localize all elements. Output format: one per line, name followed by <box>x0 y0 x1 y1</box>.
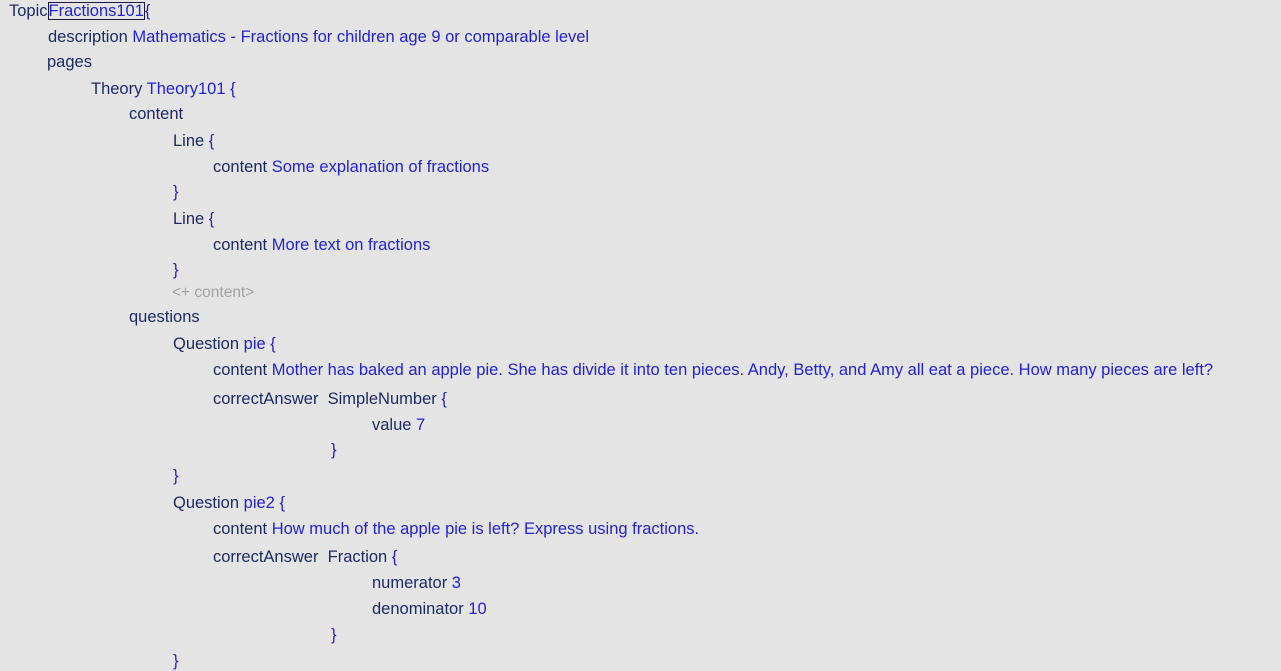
answer-close-brace-row: } <box>331 624 337 646</box>
answer-open-brace: { <box>441 390 447 408</box>
theory-keyword: Theory <box>91 80 143 98</box>
line-content-row: content More text on fractions <box>213 234 430 256</box>
line-block-header: Line { <box>173 130 214 152</box>
question-close-brace-row: } <box>173 465 179 487</box>
question-header: Question pie2 { <box>173 492 285 514</box>
topic-name-cell-selected[interactable]: Fractions101 <box>47 2 145 20</box>
line-close-brace-row: } <box>173 259 179 281</box>
answer-field-value[interactable]: 3 <box>452 574 461 592</box>
question-content-row: content How much of the apple pie is lef… <box>213 518 699 540</box>
question-keyword: Question <box>173 335 240 353</box>
add-content-placeholder[interactable]: <+ content> <box>172 284 254 301</box>
question-header: Question pie { <box>173 333 276 355</box>
projectional-editor[interactable]: TopicFractions101{ description Mathemati… <box>0 0 1281 671</box>
answer-field-key: denominator <box>372 600 464 618</box>
pages-keyword: pages <box>47 53 92 71</box>
line-close-brace: } <box>173 183 179 201</box>
question-content-row: content Mother has baked an apple pie. S… <box>213 359 1213 381</box>
topic-description-line: description Mathematics - Fractions for … <box>48 26 589 48</box>
correct-answer-row: correctAnswer Fraction { <box>213 546 397 568</box>
line-open-brace: { <box>208 210 215 228</box>
line-content-row: content Some explanation of fractions <box>213 156 489 178</box>
question-close-brace: } <box>173 467 179 485</box>
line-keyword: Line <box>173 210 205 228</box>
question-content-value[interactable]: How much of the apple pie is left? Expre… <box>272 520 699 538</box>
topic-open-brace: { <box>144 2 151 20</box>
line-close-brace-row: } <box>173 181 179 203</box>
answer-close-brace: } <box>331 626 337 644</box>
answer-type[interactable]: Fraction <box>328 548 388 566</box>
correct-answer-keyword: correctAnswer <box>213 548 319 566</box>
answer-field-row: numerator 3 <box>372 572 461 594</box>
topic-keyword: Topic <box>9 2 48 20</box>
theory-name[interactable]: Theory101 <box>147 80 226 98</box>
description-value[interactable]: Mathematics - Fractions for children age… <box>132 28 589 46</box>
topic-header-line: TopicFractions101{ <box>9 0 150 22</box>
theory-open-brace: { <box>230 80 236 98</box>
line-content-keyword: content <box>213 236 268 254</box>
question-content-keyword: content <box>213 520 268 538</box>
answer-field-key: value <box>372 416 412 434</box>
line-block-header: Line { <box>173 208 214 230</box>
question-open-brace: { <box>279 494 285 512</box>
question-close-brace: } <box>173 652 179 670</box>
correct-answer-row: correctAnswer SimpleNumber { <box>213 388 447 410</box>
description-keyword: description <box>48 28 128 46</box>
question-open-brace: { <box>270 335 276 353</box>
correct-answer-keyword: correctAnswer <box>213 390 319 408</box>
line-content-value[interactable]: More text on fractions <box>272 236 431 254</box>
answer-field-row: value 7 <box>372 414 425 436</box>
content-keyword: content <box>129 105 184 123</box>
answer-field-value[interactable]: 10 <box>468 600 486 618</box>
question-name[interactable]: pie2 <box>244 494 275 512</box>
question-keyword: Question <box>173 494 240 512</box>
answer-close-brace: } <box>331 441 337 459</box>
question-close-brace-row: } <box>173 650 179 671</box>
line-content-keyword: content <box>213 158 268 176</box>
answer-field-key: numerator <box>372 574 448 592</box>
question-content-keyword: content <box>213 361 268 379</box>
answer-type[interactable]: SimpleNumber <box>328 390 437 408</box>
line-keyword: Line <box>173 132 205 150</box>
line-open-brace: { <box>208 132 215 150</box>
answer-open-brace: { <box>391 548 398 566</box>
question-content-value[interactable]: Mother has baked an apple pie. She has d… <box>272 361 1213 379</box>
line-close-brace: } <box>173 261 179 279</box>
answer-close-brace-row: } <box>331 439 337 461</box>
questions-keyword-line: questions <box>129 306 200 328</box>
theory-header-line: Theory Theory101 { <box>91 78 236 100</box>
add-content-placeholder-row: <+ content> <box>172 282 254 304</box>
answer-field-row: denominator 10 <box>372 598 487 620</box>
question-name[interactable]: pie <box>244 335 266 353</box>
theory-content-keyword-line: content <box>129 103 183 125</box>
line-content-value[interactable]: Some explanation of fractions <box>272 158 489 176</box>
questions-keyword: questions <box>129 308 200 326</box>
pages-keyword-line: pages <box>47 51 92 73</box>
answer-field-value[interactable]: 7 <box>416 416 425 434</box>
